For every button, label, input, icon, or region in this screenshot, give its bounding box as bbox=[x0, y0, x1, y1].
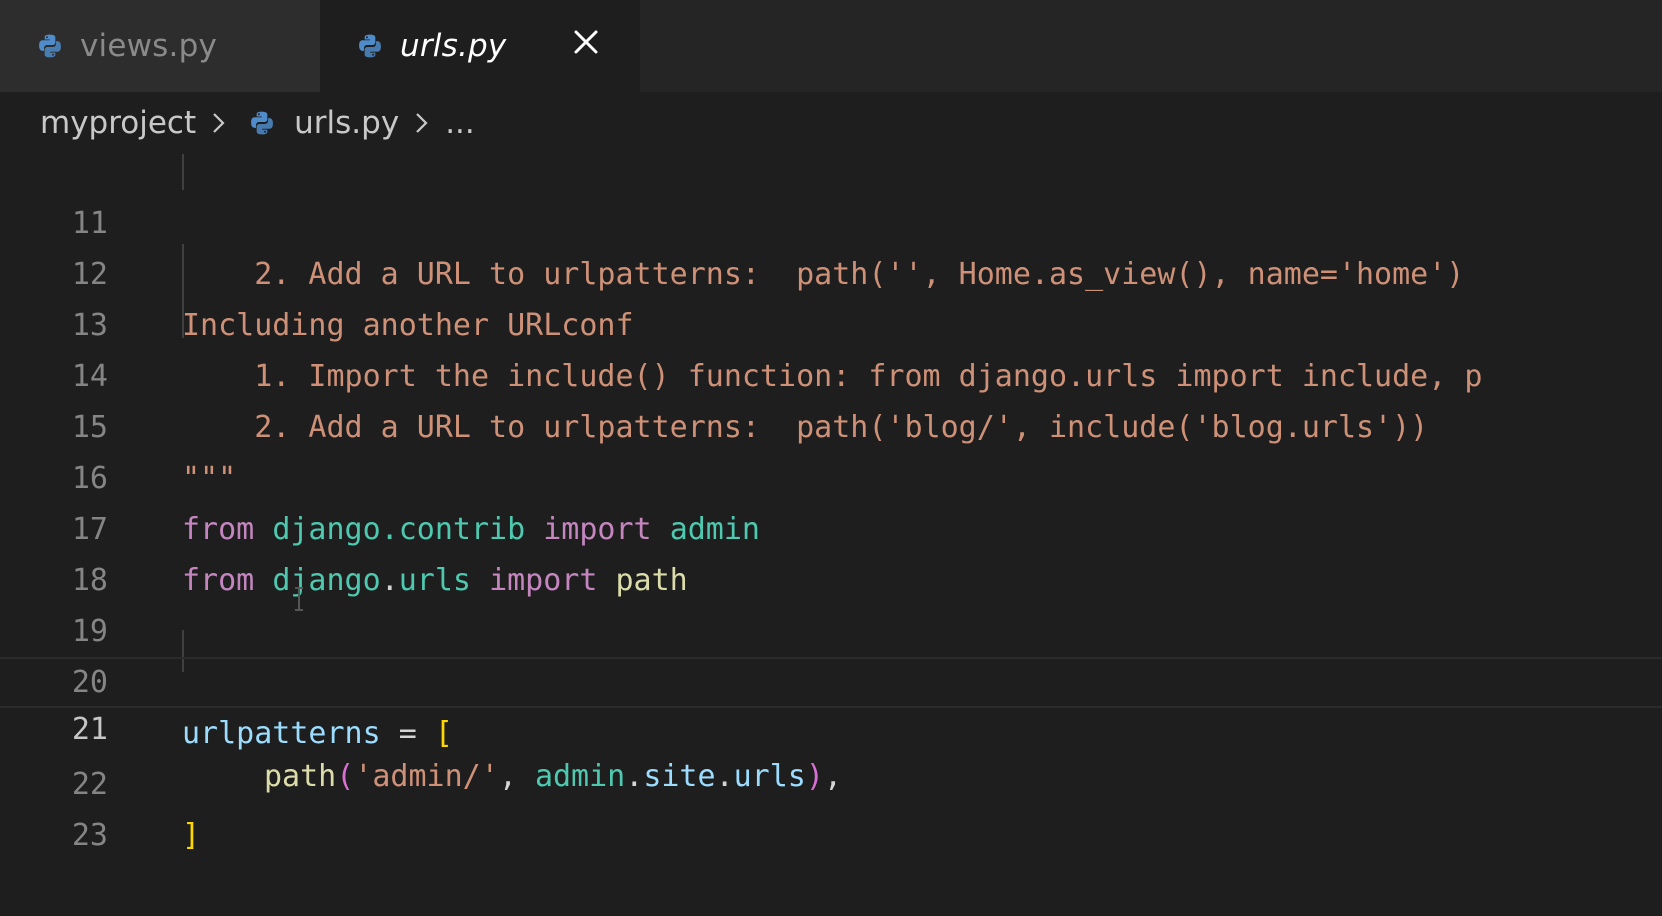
breadcrumb-file[interactable]: urls.py bbox=[294, 105, 399, 141]
tab-label: views.py bbox=[80, 28, 218, 64]
code-line-current: 21 path('admin/', admin.site.urls), bbox=[0, 657, 1662, 794]
editor-tab-bar: views.py urls.py bbox=[0, 0, 1662, 92]
chevron-right-icon bbox=[416, 113, 428, 133]
code-line: 11 2. Add a URL to urlpatterns: path('',… bbox=[0, 154, 1662, 292]
code-line: 16 from django.contrib import admin bbox=[0, 402, 1662, 547]
breadcrumb-more[interactable]: ... bbox=[445, 105, 475, 141]
code-line: 18 bbox=[0, 504, 1662, 598]
python-file-icon bbox=[359, 34, 381, 58]
line-number: 23 bbox=[71, 818, 108, 853]
text-cursor-icon bbox=[295, 587, 303, 611]
code-line: 19 bbox=[0, 555, 1662, 649]
bracket-token: ] bbox=[182, 818, 201, 853]
chevron-right-icon bbox=[213, 113, 225, 133]
breadcrumb-project[interactable]: myproject bbox=[40, 105, 196, 141]
breadcrumb: myproject urls.py ... bbox=[0, 92, 1662, 154]
tab-views-py[interactable]: views.py bbox=[0, 0, 320, 92]
code-line: 22 ] bbox=[0, 708, 1662, 853]
code-line: 15 """ bbox=[0, 351, 1662, 496]
tab-urls-py[interactable]: urls.py bbox=[320, 0, 640, 92]
code-line: 20 urlpatterns = [ bbox=[0, 606, 1662, 751]
close-icon[interactable] bbox=[566, 22, 606, 62]
code-line: 14 2. Add a URL to urlpatterns: path('bl… bbox=[0, 300, 1662, 445]
python-file-icon bbox=[39, 34, 61, 58]
python-file-icon bbox=[251, 111, 274, 135]
code-line: 13 1. Import the include() function: fro… bbox=[0, 249, 1662, 394]
code-editor[interactable]: 11 2. Add a URL to urlpatterns: path('',… bbox=[0, 154, 1662, 916]
code-line: 23 bbox=[0, 759, 1662, 853]
tab-label: urls.py bbox=[400, 28, 507, 64]
code-line: 17 from django.urls import path bbox=[0, 453, 1662, 598]
code-line: 12 Including another URLconf bbox=[0, 198, 1662, 343]
